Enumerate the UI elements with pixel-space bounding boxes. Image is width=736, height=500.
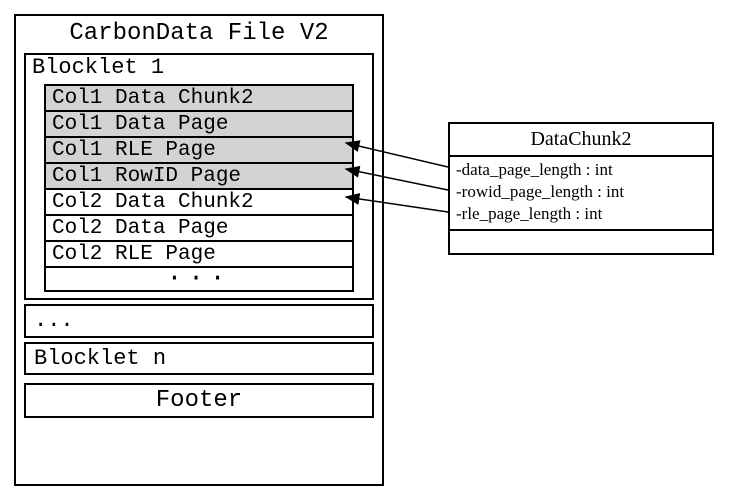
list-ellipsis: ··· xyxy=(46,268,352,290)
blocklet-n: Blocklet n xyxy=(24,342,374,375)
class-attributes: -data_page_length : int -rowid_page_leng… xyxy=(450,157,712,231)
attr-rle-page-length: -rle_page_length : int xyxy=(456,203,706,225)
blocklet-1: Blocklet 1 Col1 Data Chunk2 Col1 Data Pa… xyxy=(24,53,374,300)
blocklet-1-title: Blocklet 1 xyxy=(26,55,372,84)
col1-data-page: Col1 Data Page xyxy=(46,112,352,138)
col2-data-chunk2: Col2 Data Chunk2 xyxy=(46,190,352,216)
carbondata-file-box: CarbonData File V2 Blocklet 1 Col1 Data … xyxy=(14,14,384,486)
datachunk2-class: DataChunk2 -data_page_length : int -rowi… xyxy=(448,122,714,255)
col1-rle-page: Col1 RLE Page xyxy=(46,138,352,164)
class-methods-empty xyxy=(450,231,712,253)
col2-data-page: Col2 Data Page xyxy=(46,216,352,242)
column-pages-list: Col1 Data Chunk2 Col1 Data Page Col1 RLE… xyxy=(44,84,354,292)
footer: Footer xyxy=(24,383,374,418)
col1-rowid-page: Col1 RowID Page xyxy=(46,164,352,190)
attr-rowid-page-length: -rowid_page_length : int xyxy=(456,181,706,203)
attr-data-page-length: -data_page_length : int xyxy=(456,159,706,181)
file-title: CarbonData File V2 xyxy=(16,16,382,53)
class-name: DataChunk2 xyxy=(450,124,712,157)
blocklets-ellipsis: ... xyxy=(24,304,374,338)
col1-data-chunk2: Col1 Data Chunk2 xyxy=(46,86,352,112)
